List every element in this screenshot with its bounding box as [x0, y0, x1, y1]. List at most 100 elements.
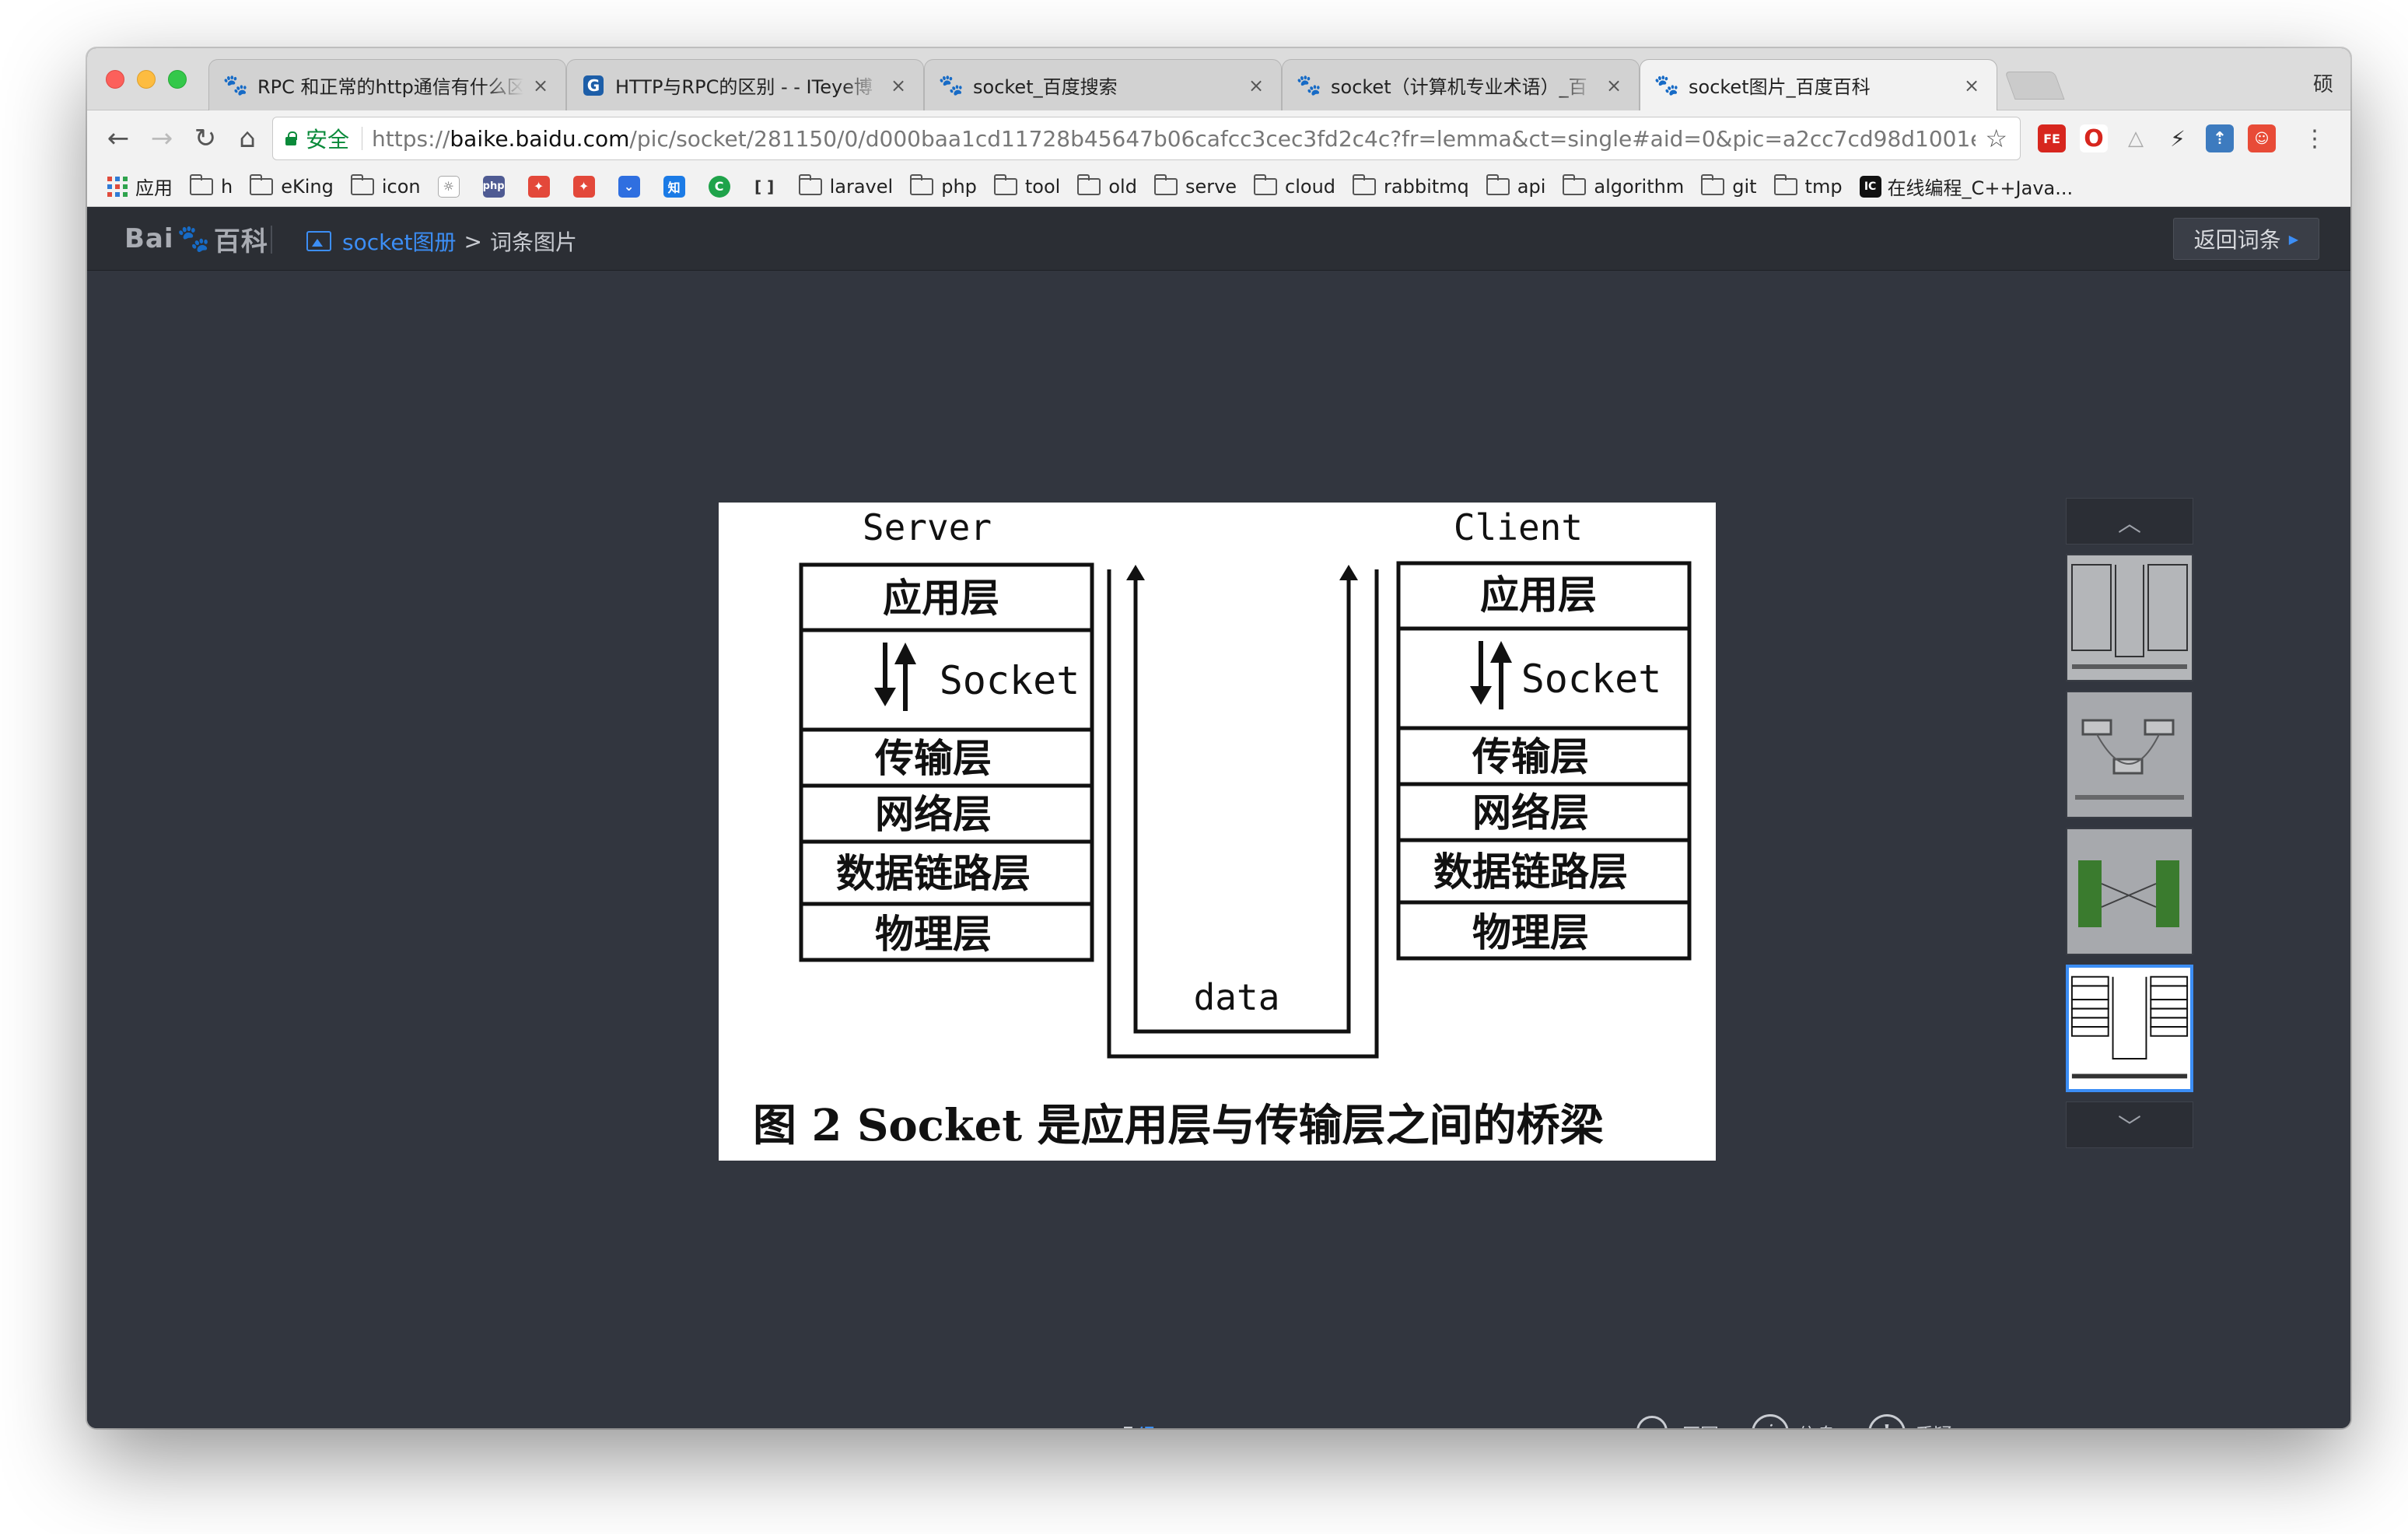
bookmark-site-5[interactable]: ⌄ [618, 175, 646, 198]
extension-triangle-icon[interactable]: △ [2122, 124, 2150, 152]
bookmark-folder-php[interactable]: php [910, 173, 977, 198]
baidu-baike-logo[interactable]: Bai 🐾 百科 [124, 221, 268, 257]
baidu-paw-icon: 🐾 [1296, 73, 1322, 97]
client-socket-arrows-icon [1470, 641, 1512, 709]
main-image[interactable]: Server Client 应用层 Socket 传输层 网络层 数据链路层 物… [719, 503, 1716, 1161]
bookmark-site-zhihu[interactable]: 知 [663, 175, 691, 198]
breadcrumb-album-link[interactable]: socket图册 [342, 226, 457, 257]
tab-close-icon[interactable]: × [1962, 75, 1981, 96]
thumbnail-down-button[interactable]: ﹀ [2066, 1101, 2193, 1148]
forward-arrow-icon[interactable]: → [143, 120, 180, 157]
bookmark-apps[interactable]: 应用 [107, 173, 173, 200]
thumbnail-up-button[interactable]: ︿ [2066, 498, 2193, 545]
socket-layers-diagram: Server Client 应用层 Socket 传输层 网络层 数据链路层 物… [753, 506, 1692, 1151]
bookmark-folder-tool[interactable]: tool [993, 173, 1061, 198]
image-viewer: Server Client 应用层 Socket 传输层 网络层 数据链路层 物… [87, 271, 2350, 1428]
thumbnail-4-active[interactable] [2066, 965, 2193, 1092]
bookmark-label: 应用 [135, 177, 173, 199]
address-bar[interactable]: 安全 https://baike.baidu.com/pic/socket/28… [272, 117, 2021, 160]
bookmark-label: laravel [829, 175, 894, 198]
thumbnail-panel: ︿ ﹀ [2066, 498, 2193, 1148]
tab-title: HTTP与RPC的区别 - - ITeye博 [615, 76, 873, 98]
folder-icon [190, 173, 213, 195]
server-layer-application: 应用层 [883, 575, 999, 621]
client-layer-physical: 物理层 [1472, 909, 1589, 955]
server-layer-socket: Socket [940, 658, 1080, 703]
bookmark-site-1[interactable]: ☼ [437, 175, 466, 198]
bookmark-folder-tmp[interactable]: tmp [1773, 173, 1843, 198]
new-tab-button[interactable] [2004, 72, 2065, 100]
tab-close-icon[interactable]: × [531, 75, 550, 96]
opera-extension-icon[interactable]: O [2080, 124, 2108, 152]
back-to-entry-button[interactable]: 返回词条 ▶ [2172, 218, 2319, 260]
minimize-window-button[interactable] [137, 70, 156, 89]
thumbnail-image [2067, 555, 2192, 680]
bookmark-site-7[interactable]: C [708, 175, 737, 198]
info-label: 信息 [1798, 1420, 1836, 1429]
thumbnail-2[interactable] [2066, 691, 2193, 818]
original-image-label: 原图 [1682, 1420, 1719, 1429]
reload-icon[interactable]: ↻ [187, 120, 224, 157]
folder-icon [1773, 173, 1797, 195]
thumbnail-1[interactable] [2066, 554, 2193, 681]
tab-title: socket_百度搜索 [973, 76, 1118, 98]
home-icon[interactable]: ⌂ [229, 120, 266, 157]
bookmark-site-8[interactable]: [ ] [754, 176, 782, 198]
tab-socket-search[interactable]: 🐾 socket_百度搜索 × [924, 59, 1282, 110]
bookmark-folder-icon[interactable]: icon [350, 173, 421, 198]
upload-extension-icon[interactable]: ⇡ [2206, 124, 2234, 152]
logo-text-right: 百科 [213, 226, 268, 257]
magnifier-icon [1635, 1414, 1672, 1428]
zhihu-icon: 知 [663, 175, 685, 198]
original-image-button[interactable]: 原图 [1635, 1414, 1719, 1428]
bookmark-folder-git[interactable]: git [1701, 173, 1757, 198]
tab-close-icon[interactable]: × [1247, 75, 1265, 96]
bookmark-label: tool [1024, 175, 1061, 198]
folder-icon [1563, 173, 1587, 195]
bookmark-star-icon[interactable]: ☆ [1985, 124, 2007, 153]
bookmark-folder-h[interactable]: h [190, 173, 233, 198]
brackets-icon: [ ] [754, 177, 775, 196]
folder-icon [993, 173, 1017, 195]
bookmark-label: eKing [281, 175, 334, 198]
lightning-extension-icon[interactable]: ⚡ [2164, 124, 2192, 152]
bookmark-folder-old[interactable]: old [1077, 173, 1137, 198]
bookmark-folder-api[interactable]: api [1486, 173, 1545, 198]
data-label: data [1194, 976, 1280, 1018]
bookmark-label: icon [381, 175, 421, 198]
maximize-window-button[interactable] [168, 70, 187, 89]
bookmark-site-online-coding[interactable]: IC 在线编程_C++Java... [1859, 173, 2073, 200]
chevron-up-icon: ︿ [2118, 510, 2141, 538]
bookmark-site-3[interactable]: ✦ [527, 175, 556, 198]
tab-rpc-http[interactable]: 🐾 RPC 和正常的http通信有什么区 × [208, 59, 566, 110]
question-button[interactable]: ! 质疑 [1868, 1414, 1952, 1428]
header-divider [271, 226, 272, 254]
info-button[interactable]: i 信息 [1752, 1414, 1836, 1428]
client-layer-socket: Socket [1521, 657, 1662, 702]
bookmark-folder-serve[interactable]: serve [1153, 173, 1237, 198]
tab-http-rpc-iteye[interactable]: G HTTP与RPC的区别 - - ITeye博 × [566, 59, 924, 110]
fe-extension-icon[interactable]: FE [2038, 124, 2066, 152]
profile-label[interactable]: 硕 [2313, 68, 2333, 97]
bookmark-folder-rabbitmq[interactable]: rabbitmq [1353, 173, 1469, 198]
bookmark-folder-algorithm[interactable]: algorithm [1563, 173, 1684, 198]
tab-socket-baike[interactable]: 🐾 socket（计算机专业术语）_百 × [1282, 59, 1640, 110]
bookmark-folder-laravel[interactable]: laravel [798, 173, 894, 198]
menu-dots-icon[interactable]: ⋮ [2296, 120, 2333, 157]
tab-close-icon[interactable]: × [889, 75, 908, 96]
tab-strip: 🐾 RPC 和正常的http通信有什么区 × G HTTP与RPC的区别 - -… [87, 48, 2350, 110]
folder-icon [1153, 173, 1178, 195]
url-text[interactable]: https://baike.baidu.com/pic/socket/28115… [372, 126, 1976, 152]
bookmark-folder-eking[interactable]: eKing [250, 173, 334, 198]
close-window-button[interactable] [106, 70, 124, 89]
back-arrow-icon[interactable]: ← [100, 120, 137, 157]
bookmark-site-php[interactable]: php [482, 175, 511, 198]
avatar-extension-icon[interactable]: ☺ [2248, 124, 2276, 152]
bookmark-folder-cloud[interactable]: cloud [1254, 173, 1335, 198]
bookmark-site-4[interactable]: ✦ [572, 175, 601, 198]
tab-close-icon[interactable]: × [1605, 75, 1623, 96]
server-title: Server [863, 506, 992, 548]
thumbnail-3[interactable] [2066, 828, 2193, 955]
php-icon: php [482, 175, 505, 198]
tab-socket-images[interactable]: 🐾 socket图片_百度百科 × [1640, 59, 1997, 110]
